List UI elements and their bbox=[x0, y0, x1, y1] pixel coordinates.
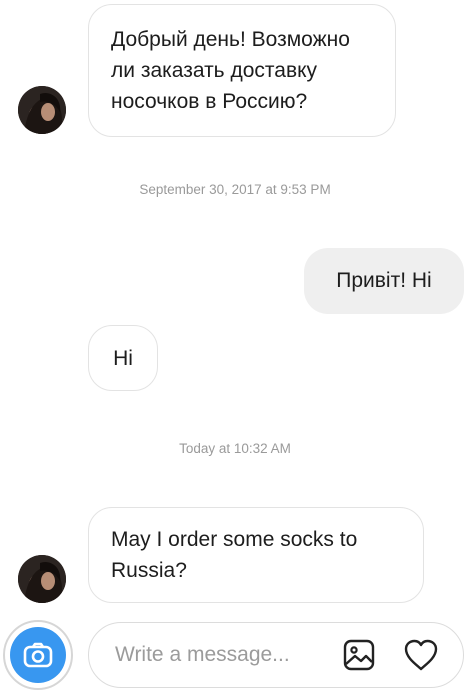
message-composer bbox=[88, 622, 464, 688]
message-bubble-incoming[interactable]: May I order some socks to Russia? bbox=[88, 507, 424, 603]
avatar[interactable] bbox=[18, 555, 66, 603]
message-text: May I order some socks to Russia? bbox=[111, 528, 358, 582]
gallery-button[interactable] bbox=[341, 637, 377, 673]
message-text: Добрый день! Возможно ли заказать достав… bbox=[111, 28, 350, 113]
camera-icon bbox=[10, 627, 66, 683]
timestamp: September 30, 2017 at 9:53 PM bbox=[139, 182, 331, 197]
timestamp: Today at 10:32 AM bbox=[179, 441, 291, 456]
image-icon bbox=[343, 639, 375, 671]
camera-button[interactable] bbox=[3, 620, 73, 690]
message-input[interactable] bbox=[115, 623, 335, 686]
message-text: Привіт! Hi bbox=[336, 269, 432, 292]
message-bubble-incoming[interactable]: Добрый день! Возможно ли заказать достав… bbox=[88, 4, 396, 137]
message-bubble-incoming[interactable]: Hi bbox=[88, 325, 158, 391]
heart-icon bbox=[404, 639, 438, 671]
message-thread: Добрый день! Возможно ли заказать достав… bbox=[0, 0, 470, 620]
message-bubble-outgoing[interactable]: Привіт! Hi bbox=[304, 248, 464, 314]
avatar[interactable] bbox=[18, 86, 66, 134]
message-text: Hi bbox=[113, 347, 133, 370]
like-button[interactable] bbox=[403, 637, 439, 673]
